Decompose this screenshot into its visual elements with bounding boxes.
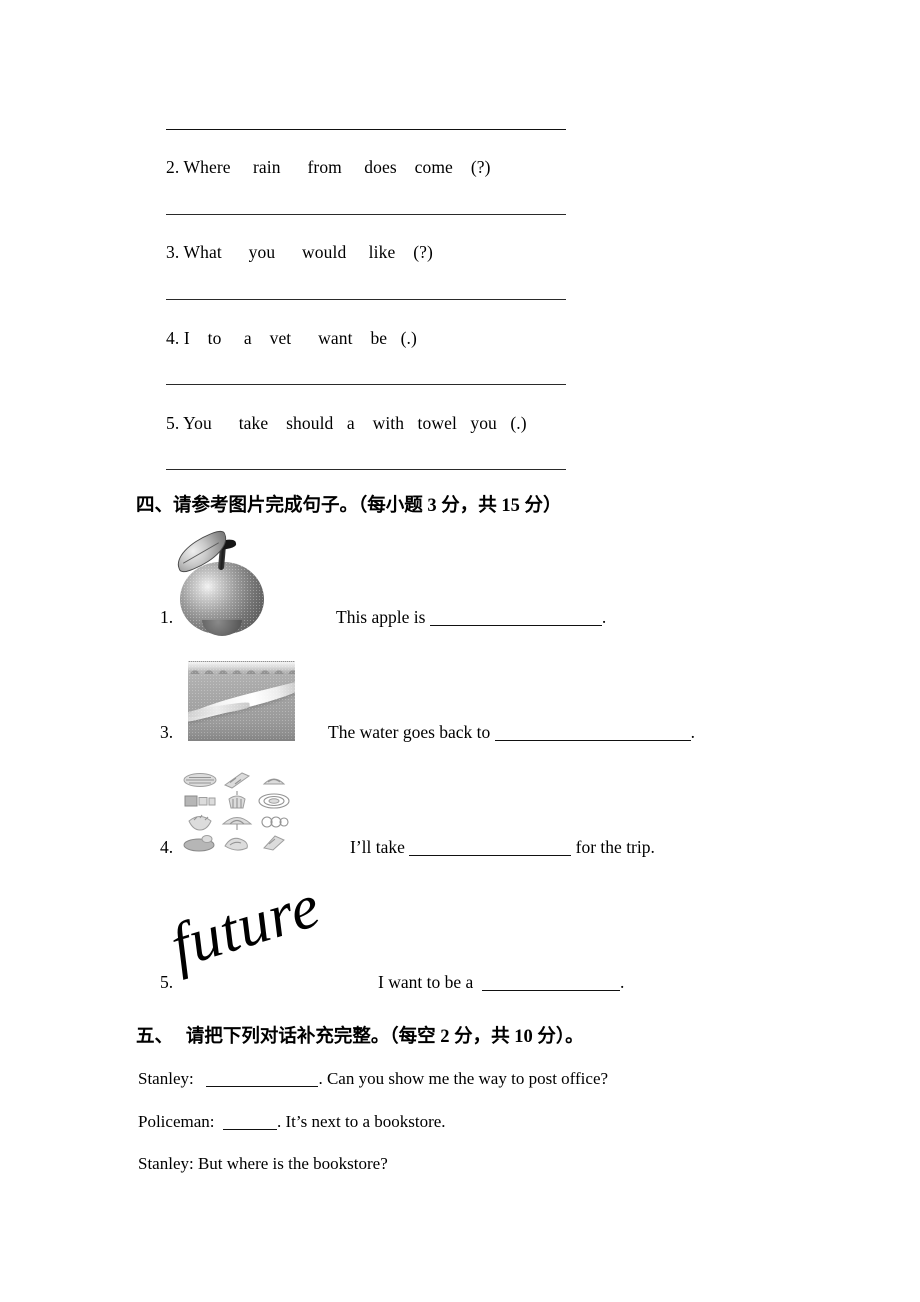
question-words: What you would like (?) <box>183 242 433 262</box>
bread-roll-icon <box>262 778 285 784</box>
answer-rule-q1 <box>166 129 566 130</box>
section-five-heading: 五、 请把下列对话补充完整。（每空 2 分，共 10 分）。 <box>136 1026 584 1047</box>
river-photo <box>188 661 295 741</box>
picnic-item <box>257 833 290 852</box>
apple-bottom-lobe <box>202 620 242 636</box>
picnic-item <box>183 770 217 789</box>
picnic-item <box>221 812 254 831</box>
roast-meat-icon <box>183 834 215 851</box>
sentence-prefix: This apple is <box>336 607 430 627</box>
question-words: Where rain from does come (?) <box>183 157 491 177</box>
question-number: 4. <box>166 328 180 348</box>
river-halftone-grain <box>188 662 295 741</box>
cheese-wedge-icon <box>262 834 285 851</box>
picture-question-number-4: 4. <box>160 837 174 857</box>
dialogue-line-2: Policeman: . It’s next to a bookstore. <box>138 1113 446 1130</box>
section-four-score: （每小题 3 分，共 15 分） <box>358 496 562 516</box>
answer-blank[interactable] <box>494 740 691 741</box>
cookies-row-icon <box>184 795 216 806</box>
dialogue-speaker: Policeman: <box>138 1112 215 1131</box>
salad-bowl-icon <box>188 814 212 831</box>
dialogue-line-3: Stanley: But where is the bookstore? <box>138 1155 388 1172</box>
picnic-item <box>184 812 217 831</box>
answer-blank[interactable] <box>482 990 620 991</box>
dialogue-text: But where is the bookstore? <box>193 1154 388 1173</box>
section-four-heading: 四、请参考图片完成句子。（每小题 3 分，共 15 分） <box>136 495 562 516</box>
picnic-item <box>257 812 290 831</box>
sandwich-icon <box>183 772 217 787</box>
picture-question-number-1: 1. <box>160 607 174 627</box>
lantern-icon <box>228 790 246 808</box>
question-number: 2. <box>166 157 180 177</box>
picture-question-text-4: I’ll take for the trip. <box>350 837 655 857</box>
question-words: I to a vet want be (.) <box>183 328 417 348</box>
question-words: You take should a with towel you (.) <box>183 413 527 433</box>
answer-rule-q3 <box>166 299 566 300</box>
dialogue-blank[interactable] <box>206 1086 319 1087</box>
future-word-art: future <box>162 871 329 981</box>
question-number: 5. <box>166 413 180 433</box>
picnic-item <box>184 791 217 810</box>
sentence-prefix: I want to be a <box>378 972 478 992</box>
umbrella-icon <box>221 816 253 830</box>
question-number: 3. <box>166 242 180 262</box>
answer-rule-q5 <box>166 469 566 470</box>
pretzels-icon <box>261 815 289 828</box>
picnic-item <box>221 770 254 789</box>
picture-question-number-3: 3. <box>160 722 174 742</box>
scrambled-question-2: 2. Where rain from does come (?) <box>166 157 491 177</box>
sentence-suffix: . <box>601 607 607 627</box>
section-four-heading-text: 四、请参考图片完成句子。 <box>136 495 359 516</box>
picnic-item <box>221 833 254 852</box>
scrambled-question-5: 5. You take should a with towel you (.) <box>166 413 527 433</box>
exam-page: 2. Where rain from does come (?) 3. What… <box>0 0 920 1302</box>
plate-icon <box>258 792 290 809</box>
chocolate-bar-icon <box>223 771 251 789</box>
pastry-icon <box>224 837 248 851</box>
answer-blank[interactable] <box>409 855 572 856</box>
sentence-suffix: for the trip. <box>571 837 655 857</box>
picture-question-number-5: 5. <box>160 972 174 992</box>
picnic-item <box>183 833 217 852</box>
picnic-item <box>257 791 290 810</box>
dialogue-text: . Can you show me the way to post office… <box>318 1069 609 1088</box>
picture-question-text-5: I want to be a . <box>378 972 625 992</box>
answer-blank[interactable] <box>429 625 602 626</box>
answer-rule-q2 <box>166 214 566 215</box>
picnic-items-grid <box>183 770 290 852</box>
dialogue-text: . It’s next to a bookstore. <box>276 1112 446 1131</box>
sentence-prefix: The water goes back to <box>328 722 495 742</box>
dialogue-speaker: Stanley: <box>138 1154 194 1173</box>
scrambled-question-4: 4. I to a vet want be (.) <box>166 328 417 348</box>
apple-illustration <box>170 528 272 638</box>
picnic-item <box>221 790 254 810</box>
picnic-item <box>257 770 290 789</box>
picture-question-text-3: The water goes back to . <box>328 722 696 742</box>
section-five-heading-text: 五、 请把下列对话补充完整。 <box>136 1026 390 1047</box>
answer-rule-q4 <box>166 384 566 385</box>
dialogue-line-1: Stanley: . Can you show me the way to po… <box>138 1070 608 1087</box>
section-five-score: （每空 2 分，共 10 分）。 <box>389 1027 584 1047</box>
dialogue-blank[interactable] <box>222 1129 277 1130</box>
sentence-suffix: . <box>690 722 696 742</box>
picture-question-text-1: This apple is . <box>336 607 607 627</box>
sentence-prefix: I’ll take <box>350 837 410 857</box>
scrambled-question-3: 3. What you would like (?) <box>166 242 433 262</box>
sentence-suffix: . <box>620 972 625 992</box>
dialogue-speaker: Stanley: <box>138 1069 194 1088</box>
